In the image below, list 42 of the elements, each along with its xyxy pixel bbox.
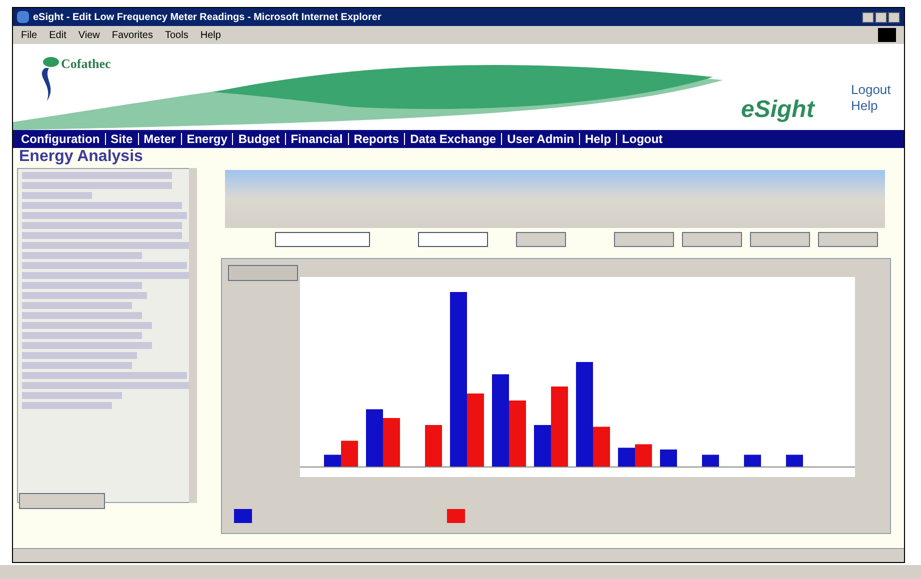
chart-bar [660,450,677,467]
chart-bar [509,400,526,467]
chart-bar [366,409,383,467]
menu-item[interactable]: Help [200,28,221,42]
header-link[interactable]: Help [851,98,891,114]
menu-item[interactable]: File [21,28,38,42]
action-button[interactable] [750,232,810,247]
nav-link[interactable]: Meter [144,130,176,148]
menu-item[interactable]: Favorites [112,28,153,42]
header-link[interactable]: Logout [851,82,891,98]
type-dropdown[interactable] [418,232,488,247]
nav-link[interactable]: Logout [622,130,663,148]
nav-link[interactable]: Help [585,130,612,148]
product-logo: eSight [741,95,814,125]
nav-link[interactable]: Reports [354,130,400,148]
nav-link[interactable]: Financial [290,130,343,148]
chart-bar [618,448,635,467]
nav-button[interactable] [516,232,566,247]
action-button[interactable] [818,232,878,247]
menu-item[interactable]: Edit [49,28,66,42]
menu-item[interactable]: View [78,28,100,42]
tree-scrollbar[interactable] [189,168,197,503]
nav-link[interactable]: Site [110,130,133,148]
nav-link[interactable]: Configuration [21,130,100,148]
menu-item[interactable]: Tools [164,28,188,42]
chart-bar [383,418,400,467]
nav-link[interactable]: User Admin [507,130,574,148]
nav-link[interactable]: Energy [186,130,228,148]
nav-link[interactable]: Budget [238,130,280,148]
legend-swatch [234,509,252,523]
chart-toolbar[interactable] [228,265,298,281]
action-button[interactable] [682,232,742,247]
company-name: Cofathec [61,55,111,73]
view-dropdown[interactable] [275,232,370,247]
page-heading: Energy Analysis [19,147,143,167]
window-title: eSight - Edit Low Frequency Meter Readings - Microsoft Internet Explorer [33,10,382,24]
nav-link[interactable]: Data Exchange [410,130,496,148]
chart-bar [635,444,652,467]
action-button[interactable] [614,232,674,247]
update-button[interactable] [19,493,105,509]
chart-bar [425,425,442,467]
legend-swatch [447,509,465,523]
